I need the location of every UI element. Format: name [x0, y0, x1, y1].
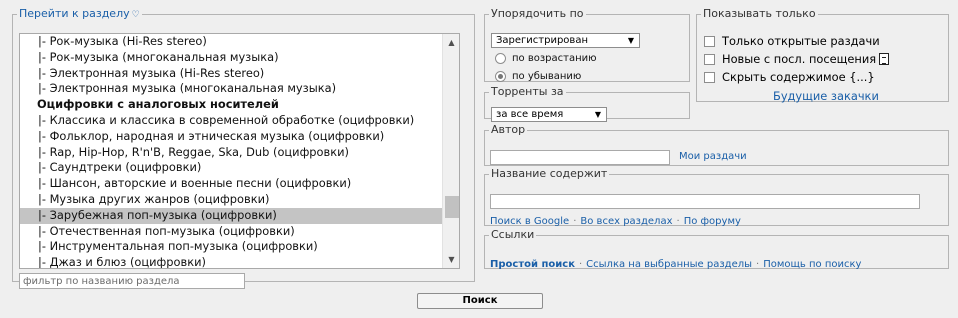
- sort-asc-radio[interactable]: [495, 53, 506, 64]
- section-list-items: |- Рок-музыка (Hi-Res stereo) |- Рок-музы…: [20, 34, 442, 268]
- section-list-scrollbar[interactable]: ▲ ▼: [442, 34, 459, 268]
- new-since-checkbox[interactable]: [704, 54, 715, 65]
- sort-legend: Упорядочить по: [491, 7, 584, 20]
- section-list-item[interactable]: |- Классика и классика в современной обр…: [20, 113, 442, 129]
- dropdown-arrow-icon: ▼: [627, 36, 634, 45]
- selected-sections-link[interactable]: Ссылка на выбранные разделы: [586, 259, 752, 270]
- author-fieldset: Автор Мои раздачи: [484, 124, 949, 166]
- period-select-value: за все время: [496, 109, 564, 120]
- period-fieldset: Торренты за за все время ▼: [484, 85, 690, 122]
- scroll-down-icon[interactable]: ▼: [443, 251, 459, 268]
- sections-legend: Перейти к разделу ♡: [17, 8, 142, 21]
- links-row: Простой поиск · Ссылка на выбранные раздел…: [490, 259, 861, 270]
- section-group-header[interactable]: Оцифровки с аналоговых носителей: [20, 97, 442, 113]
- sections-legend-label: Перейти к разделу: [19, 7, 130, 20]
- all-sections-link[interactable]: Во всех разделах: [580, 216, 672, 227]
- section-list-item[interactable]: |- Саундтреки (оцифровки): [20, 160, 442, 176]
- show-only-fieldset: Показывать только Только открытые раздач…: [696, 7, 949, 103]
- section-list-item[interactable]: |- Музыка других жанров (оцифровки): [20, 192, 442, 208]
- sort-desc-radio[interactable]: [495, 71, 506, 82]
- future-downloads-link[interactable]: Будущие закачки: [773, 89, 879, 103]
- scroll-up-icon[interactable]: ▲: [443, 34, 459, 51]
- section-list-item[interactable]: |- Зарубежная поп-музыка (оцифровки): [20, 207, 442, 224]
- search-help-link[interactable]: Помощь по поиску: [763, 259, 861, 270]
- title-contains-input[interactable]: [490, 194, 920, 209]
- simple-search-link[interactable]: Простой поиск: [490, 259, 575, 270]
- scroll-thumb[interactable]: [445, 196, 459, 218]
- title-contains-fieldset: Название содержит Поиск в Google · Во всех…: [484, 167, 949, 227]
- section-list-item[interactable]: |- Rap, Hip-Hop, R'n'B, Reggae, Ska, Dub…: [20, 145, 442, 161]
- my-releases-link[interactable]: Мои раздачи: [679, 151, 747, 162]
- separator: ·: [756, 259, 760, 270]
- section-list-item[interactable]: |- Рок-музыка (Hi-Res stereo): [20, 34, 442, 50]
- links-fieldset: Ссылки Простой поиск · Ссылка на выбранные…: [484, 228, 949, 270]
- hide-content-checkbox[interactable]: [704, 72, 715, 83]
- separator: ·: [676, 216, 680, 227]
- google-search-link[interactable]: Поиск в Google: [490, 216, 569, 227]
- sort-fieldset: Упорядочить по Зарегистрирован ▼ по возр…: [484, 8, 690, 82]
- links-legend: Ссылки: [491, 228, 535, 241]
- sort-select-value: Зарегистрирован: [496, 35, 588, 46]
- section-list[interactable]: |- Рок-музыка (Hi-Res stereo) |- Рок-музы…: [19, 33, 460, 269]
- document-icon: [879, 53, 890, 65]
- new-since-label: Новые с посл. посещения: [722, 52, 877, 66]
- search-button[interactable]: Поиск: [417, 293, 543, 309]
- sections-fieldset: Перейти к разделу ♡ |- Рок-музыка (Hi-Res…: [12, 8, 475, 289]
- new-since-label-wrap: Новые с посл. посещения: [722, 52, 890, 67]
- separator: ·: [578, 259, 583, 270]
- section-list-item[interactable]: |- Джаз и блюз (оцифровки): [20, 255, 442, 268]
- sort-asc-label: по возрастанию: [512, 53, 597, 64]
- open-only-checkbox[interactable]: [704, 36, 715, 47]
- section-list-item[interactable]: |- Электронная музыка (многоканальная му…: [20, 81, 442, 97]
- sort-desc-label: по убыванию: [512, 71, 582, 82]
- forum-search-link[interactable]: По форуму: [684, 216, 741, 227]
- dropdown-arrow-icon: ▼: [594, 110, 601, 119]
- period-select[interactable]: за все время ▼: [491, 107, 607, 122]
- hide-content-label: Скрыть содержимое {...}: [722, 70, 875, 84]
- section-list-item[interactable]: |- Фольклор, народная и этническая музык…: [20, 129, 442, 145]
- section-list-item[interactable]: |- Инструментальная поп-музыка (оцифровк…: [20, 239, 442, 255]
- section-list-item[interactable]: |- Отечественная поп-музыка (оцифровки): [20, 224, 442, 240]
- section-list-item[interactable]: |- Рок-музыка (многоканальная музыка): [20, 50, 442, 66]
- open-only-label: Только открытые раздачи: [722, 34, 880, 48]
- heart-outline-icon[interactable]: ♡: [132, 10, 140, 20]
- title-contains-legend: Название содержит: [491, 167, 608, 180]
- author-input[interactable]: [490, 150, 670, 165]
- show-only-legend: Показывать только: [703, 7, 816, 20]
- period-legend: Торренты за: [491, 85, 564, 98]
- author-legend: Автор: [491, 123, 526, 136]
- title-search-links: Поиск в Google · Во всех разделах · По форум…: [490, 216, 741, 227]
- separator: ·: [573, 216, 577, 227]
- section-filter-input[interactable]: [19, 273, 245, 289]
- sort-select[interactable]: Зарегистрирован ▼: [491, 33, 640, 48]
- section-list-item[interactable]: |- Шансон, авторские и военные песни (оц…: [20, 176, 442, 192]
- section-list-item[interactable]: |- Электронная музыка (Hi-Res stereo): [20, 66, 442, 82]
